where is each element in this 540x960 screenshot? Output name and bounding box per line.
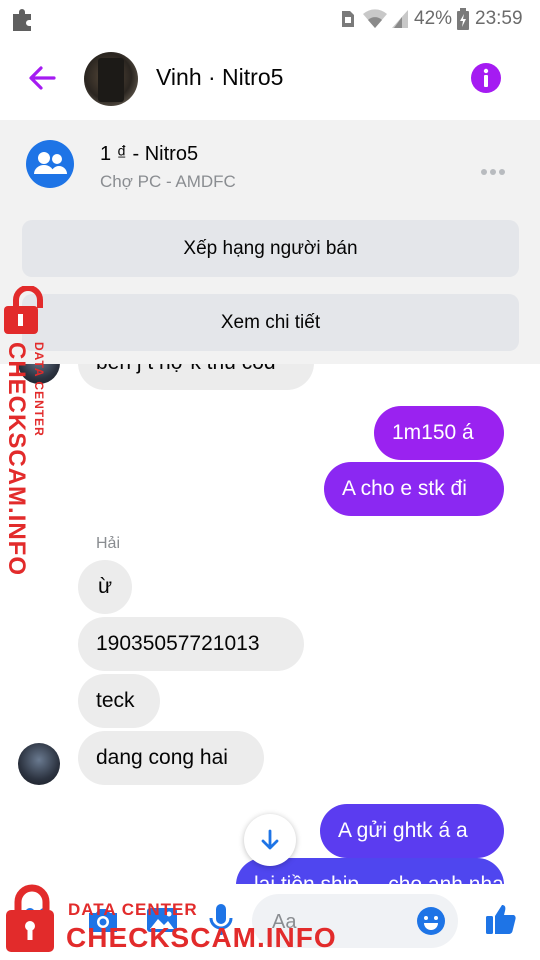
signal-icon <box>392 10 408 28</box>
watermark-text: CHECKSCAM.INFO <box>3 342 30 576</box>
wifi-icon <box>363 9 387 28</box>
message-outgoing: A gửi ghtk á a <box>320 804 504 858</box>
listing-subtitle: Chợ PC - AMDFC <box>100 172 236 191</box>
group-avatar <box>26 140 74 188</box>
watermark-text: CHECKSCAM.INFO <box>66 922 337 953</box>
arrow-down-icon <box>261 829 279 850</box>
watermark-subtext: DATA CENTER <box>32 342 46 437</box>
lock-logo-icon <box>6 884 54 952</box>
message-incoming: 19035057721013 <box>78 617 304 671</box>
rate-seller-button[interactable]: Xếp hạng người bán <box>22 220 519 277</box>
message-incoming: dang cong hai <box>78 731 264 785</box>
like-thumb-icon[interactable] <box>484 902 518 936</box>
puzzle-icon <box>13 9 31 31</box>
battery-icon <box>457 8 469 30</box>
status-bar: 42% 23:59 <box>0 0 540 38</box>
group-icon <box>34 152 67 174</box>
view-details-button[interactable]: Xem chi tiết <box>22 294 519 351</box>
battery-percent: 42% <box>414 8 453 29</box>
avatar[interactable] <box>84 52 138 106</box>
message-incoming: teck <box>78 674 160 728</box>
scroll-down-button[interactable] <box>244 814 296 866</box>
clock: 23:59 <box>475 8 523 29</box>
message-incoming: ừ <box>78 560 132 614</box>
watermark-subtext: DATA CENTER <box>68 900 198 919</box>
sender-name: Hải <box>96 535 121 552</box>
info-icon[interactable] <box>470 62 502 94</box>
more-options-icon[interactable] <box>481 162 508 180</box>
contact-avatar[interactable] <box>18 743 60 785</box>
page-title[interactable]: Vinh · Nitro5 <box>156 64 283 91</box>
message-outgoing: 1m150 á <box>374 406 504 460</box>
listing-title[interactable]: 1 ₫ - Nitro5 <box>100 143 198 166</box>
sim-icon <box>342 11 354 27</box>
emoji-icon[interactable] <box>416 906 446 936</box>
back-arrow-icon[interactable] <box>26 62 58 94</box>
lock-logo-icon <box>4 286 43 334</box>
message-outgoing: A cho e stk đi <box>324 462 504 516</box>
